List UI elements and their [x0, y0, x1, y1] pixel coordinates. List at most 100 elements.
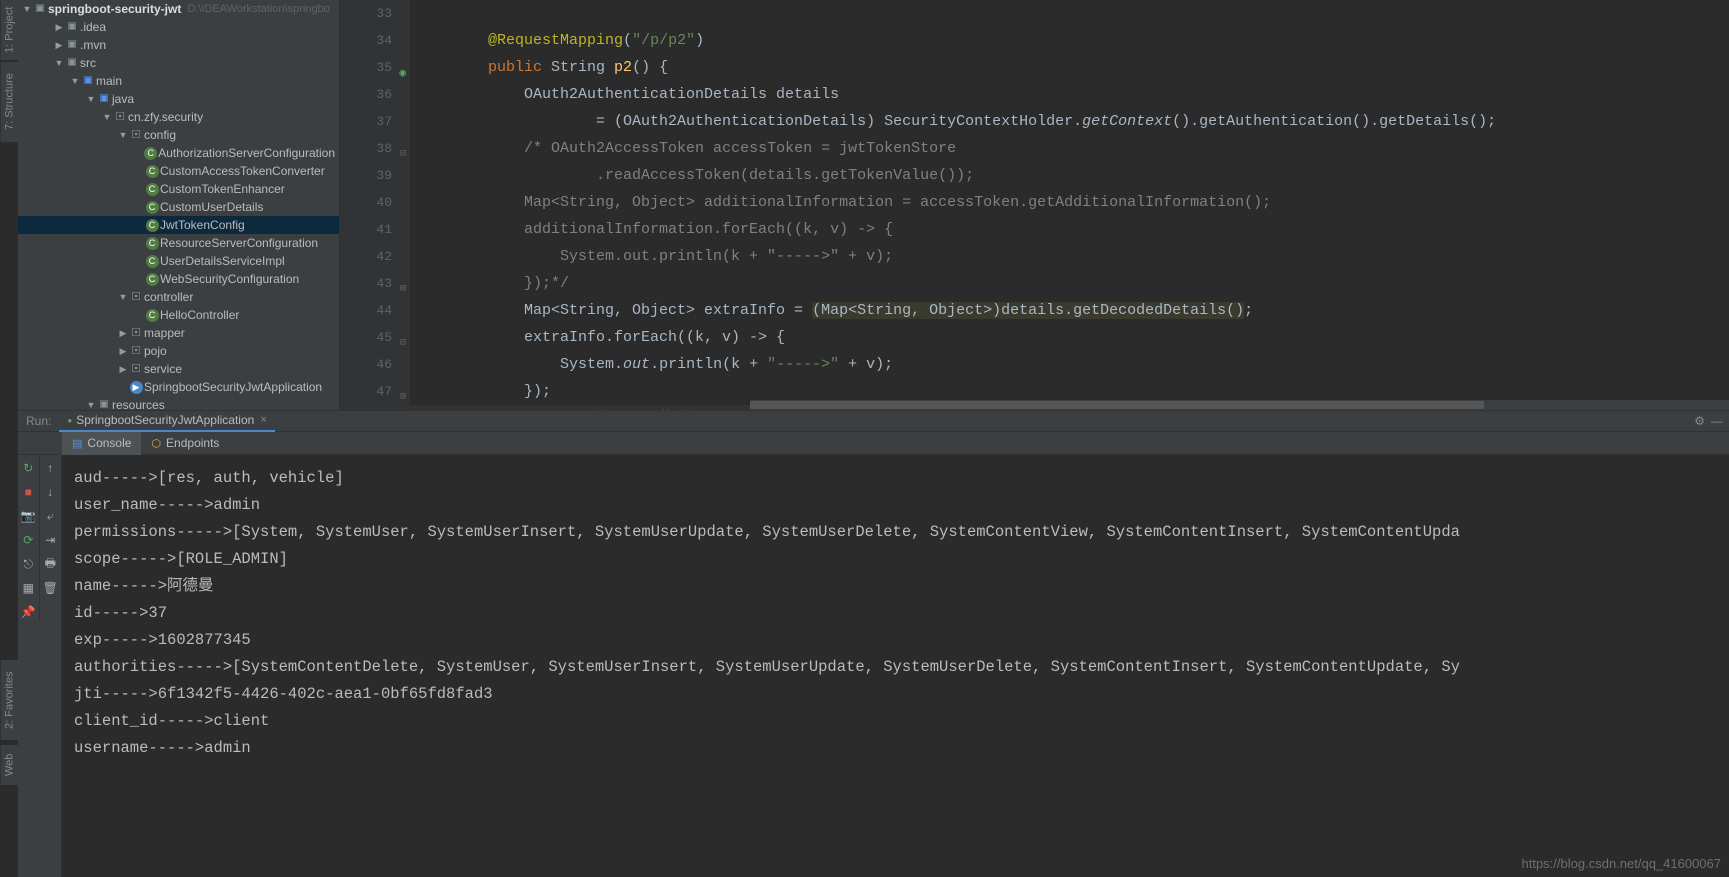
gutter-run-icon[interactable]: ◉	[399, 61, 406, 88]
run-config-tab[interactable]: ● SpringbootSecurityJwtApplication ×	[59, 410, 274, 432]
endpoints-tab[interactable]: ⬡ Endpoints	[141, 432, 229, 455]
code-line[interactable]: public String p2() {	[410, 54, 1729, 81]
toolwindow-favorites-tab[interactable]: 2: Favorites	[0, 660, 18, 740]
tree-node-config[interactable]: ▼🞔config	[18, 126, 339, 144]
chevron-icon[interactable]: ▼	[118, 130, 128, 140]
chevron-icon[interactable]: ▼	[54, 58, 64, 68]
clear-button[interactable]: 🗑	[41, 579, 59, 597]
chevron-icon[interactable]: ▼	[118, 292, 128, 302]
tree-node-UserDetailsServiceImpl[interactable]: CUserDetailsServiceImpl	[18, 252, 339, 270]
code-line[interactable]: /* OAuth2AccessToken accessToken = jwtTo…	[410, 135, 1729, 162]
console-tab[interactable]: ▤ Console	[62, 432, 141, 455]
tree-node-cn-zfy-security[interactable]: ▼🞔cn.zfy.security	[18, 108, 339, 126]
code-line[interactable]: = (OAuth2AuthenticationDetails) Security…	[410, 108, 1729, 135]
code-line[interactable]: System.out.println(k + "----->" + v);	[410, 243, 1729, 270]
minimize-icon[interactable]: —	[1711, 414, 1723, 428]
tree-node-WebSecurityConfiguration[interactable]: CWebSecurityConfiguration	[18, 270, 339, 288]
fold-icon[interactable]: ⊞	[400, 276, 406, 303]
code-line[interactable]: extraInfo.forEach((k, v) -> {	[410, 324, 1729, 351]
editor-content[interactable]: @RequestMapping("/p/p2") public String p…	[410, 0, 1729, 410]
class-icon: C	[144, 237, 160, 250]
tree-node-HelloController[interactable]: CHelloController	[18, 306, 339, 324]
soft-wrap-button[interactable]: ⤶	[41, 507, 59, 525]
tree-node-CustomAccessTokenConverter[interactable]: CCustomAccessTokenConverter	[18, 162, 339, 180]
project-root-path: D:\IDEAWorkstation\springbo	[187, 3, 329, 15]
line-number: 42	[340, 243, 392, 270]
code-line[interactable]: .readAccessToken(details.getTokenValue()…	[410, 162, 1729, 189]
code-editor[interactable]: 333435◉363738⊟3940414243⊞4445⊟4647⊞48 @R…	[340, 0, 1729, 410]
line-number: 33	[340, 0, 392, 27]
line-number: 34	[340, 27, 392, 54]
chevron-icon[interactable]: ▶	[118, 346, 128, 357]
scroll-end-button[interactable]: ⇥	[41, 531, 59, 549]
dump-button[interactable]: 📷	[19, 507, 37, 525]
tree-node-JwtTokenConfig[interactable]: CJwtTokenConfig	[18, 216, 339, 234]
line-number: 43⊞	[340, 270, 392, 297]
package-icon: 🞔	[128, 345, 144, 358]
tree-node-pojo[interactable]: ▶🞔pojo	[18, 342, 339, 360]
tree-node-mapper[interactable]: ▶🞔mapper	[18, 324, 339, 342]
toolwindow-project-tab[interactable]: 1: Project	[0, 0, 18, 60]
project-root[interactable]: ▼ 🞕 springboot-security-jwt D:\IDEAWorks…	[18, 0, 339, 18]
gear-icon[interactable]: ⚙	[1694, 414, 1705, 428]
tree-node-AuthorizationServerConfiguration[interactable]: CAuthorizationServerConfiguration	[18, 144, 339, 162]
tree-node-label: cn.zfy.security	[128, 110, 203, 124]
chevron-icon[interactable]: ▶	[118, 328, 128, 339]
fold-icon[interactable]: ⊟	[400, 141, 406, 168]
tree-node-java[interactable]: ▼🞕java	[18, 90, 339, 108]
code-line[interactable]: });*/	[410, 270, 1729, 297]
tree-node-controller[interactable]: ▼🞔controller	[18, 288, 339, 306]
pin-button[interactable]: 📌	[19, 603, 37, 621]
restart-button[interactable]: ⟳	[19, 531, 37, 549]
tree-node-resources[interactable]: ▼🞕resources	[18, 396, 339, 410]
scroll-up-button[interactable]: ↑	[41, 459, 59, 477]
chevron-icon[interactable]: ▼	[102, 112, 112, 122]
code-line[interactable]: System.out.println(k + "----->" + v);	[410, 351, 1729, 378]
tree-node-service[interactable]: ▶🞔service	[18, 360, 339, 378]
code-line[interactable]: OAuth2AuthenticationDetails details	[410, 81, 1729, 108]
chevron-icon[interactable]: ▶	[54, 22, 64, 33]
close-icon[interactable]: ×	[260, 414, 266, 426]
tree-node-main[interactable]: ▼🞕main	[18, 72, 339, 90]
package-icon: 🞔	[128, 291, 144, 304]
line-number: 39	[340, 162, 392, 189]
code-line[interactable]: additionalInformation.forEach((k, v) -> …	[410, 216, 1729, 243]
chevron-icon[interactable]: ▼	[86, 94, 96, 104]
chevron-icon[interactable]: ▶	[118, 364, 128, 375]
tree-node--idea[interactable]: ▶🞕.idea	[18, 18, 339, 36]
stop-button[interactable]: ■	[19, 483, 37, 501]
rerun-button[interactable]: ↻	[19, 459, 37, 477]
tree-node-CustomUserDetails[interactable]: CCustomUserDetails	[18, 198, 339, 216]
tree-node-label: config	[144, 128, 176, 142]
run-config-name: SpringbootSecurityJwtApplication	[76, 413, 254, 427]
editor-horizontal-scrollbar[interactable]	[750, 400, 1729, 410]
fold-icon[interactable]: ⊞	[400, 384, 406, 410]
code-line[interactable]: @RequestMapping("/p/p2")	[410, 27, 1729, 54]
toolwindow-web-tab[interactable]: Web	[0, 745, 18, 785]
fold-icon[interactable]: ⊟	[400, 330, 406, 357]
run-label: Run:	[18, 414, 59, 428]
layout-button[interactable]: ▦	[19, 579, 37, 597]
tree-node-CustomTokenEnhancer[interactable]: CCustomTokenEnhancer	[18, 180, 339, 198]
exit-button[interactable]: ⎋	[19, 555, 37, 573]
tree-node-ResourceServerConfiguration[interactable]: CResourceServerConfiguration	[18, 234, 339, 252]
console-output[interactable]: aud----->[res, auth, vehicle] user_name-…	[62, 455, 1729, 877]
code-line[interactable]: Map<String, Object> additionalInformatio…	[410, 189, 1729, 216]
scrollbar-thumb[interactable]	[750, 401, 1484, 409]
chevron-icon[interactable]: ▶	[54, 40, 64, 51]
tree-node-SpringbootSecurityJwtApplication[interactable]: ▶SpringbootSecurityJwtApplication	[18, 378, 339, 396]
folder-icon: 🞕	[64, 21, 80, 34]
project-tree[interactable]: ▼ 🞕 springboot-security-jwt D:\IDEAWorks…	[18, 0, 340, 410]
chevron-icon[interactable]: ▼	[70, 76, 80, 86]
line-number: 47⊞	[340, 378, 392, 405]
print-button[interactable]: 🖶	[41, 555, 59, 573]
toolwindow-structure-tab[interactable]: 7: Structure	[0, 62, 18, 142]
code-line[interactable]: Map<String, Object> extraInfo = (Map<Str…	[410, 297, 1729, 324]
spring-icon: ●	[67, 416, 72, 425]
scroll-down-button[interactable]: ↓	[41, 483, 59, 501]
tree-node-src[interactable]: ▼🞕src	[18, 54, 339, 72]
code-line[interactable]	[410, 0, 1729, 27]
tree-node--mvn[interactable]: ▶🞕.mvn	[18, 36, 339, 54]
chevron-icon[interactable]: ▼	[86, 400, 96, 410]
chevron-down-icon[interactable]: ▼	[22, 4, 32, 14]
